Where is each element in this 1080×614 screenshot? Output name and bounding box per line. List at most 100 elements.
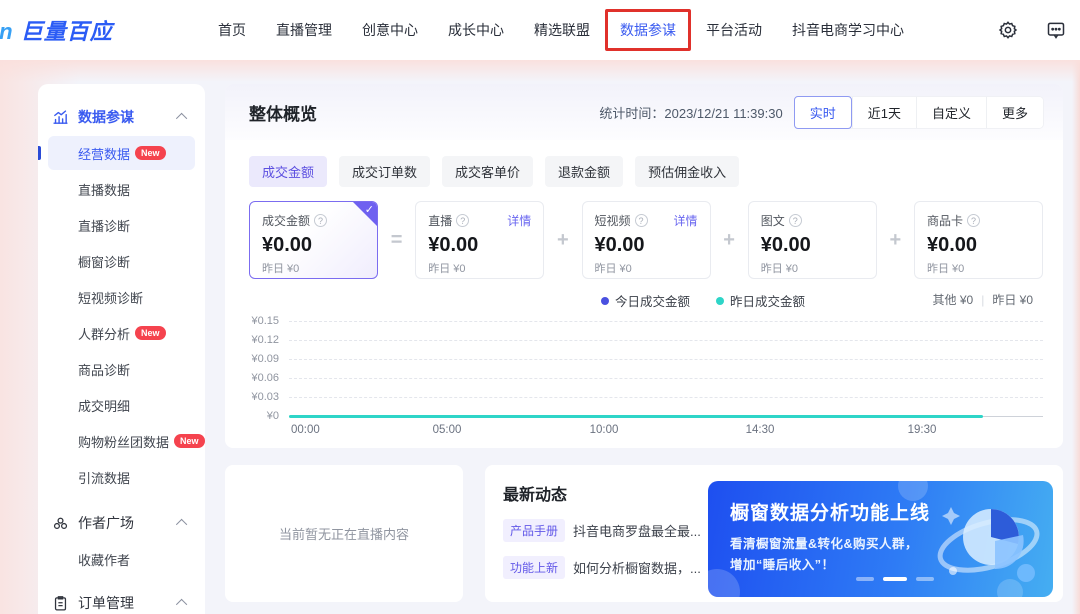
pie-chart-illustration (929, 485, 1047, 597)
sidebar-item-live-data[interactable]: 直播数据 (48, 172, 195, 206)
tab-transaction-amount[interactable]: 成交金额 (249, 156, 327, 187)
page-background: 数据参谋 经营数据 New 直播数据 直播诊断 橱窗诊断 短视频诊断 人群分析 … (0, 60, 1080, 614)
metric-value: ¥0.00 (927, 234, 1030, 257)
metric-value: ¥0.00 (428, 234, 531, 257)
yesterday-series-line (289, 415, 983, 418)
pagination-dot[interactable] (856, 577, 874, 581)
nav-item-growth-center[interactable]: 成长中心 (448, 20, 504, 40)
nav-menu: 首页 直播管理 创意中心 成长中心 精选联盟 数据参谋 平台活动 抖音电商学习中… (218, 20, 904, 40)
app-logo[interactable]: in 巨量百应 (0, 14, 113, 46)
banner-subtitle-2: 增加“睡后收入”！ (730, 554, 835, 573)
news-tag[interactable]: 功能上新 (503, 556, 565, 579)
help-icon[interactable] (456, 214, 469, 227)
nav-item-creative-center[interactable]: 创意中心 (362, 20, 418, 40)
live-content-card: 当前暂无正在直播内容 (225, 465, 463, 602)
promo-banner[interactable]: 橱窗数据分析功能上线 看清橱窗流量&转化&购买人群， 增加“睡后收入”！ (708, 481, 1053, 597)
metric-tabs: 成交金额 成交订单数 成交客单价 退款金额 预估佣金收入 (249, 156, 1063, 187)
metric-value: ¥0.00 (595, 234, 698, 257)
overview-panel: 整体概览 统计时间：2023/12/21 11:39:30 实时 近1天 自定义… (225, 84, 1063, 448)
metric-card-total[interactable]: ✓ 成交金额 ¥0.00 昨日 ¥0 (249, 201, 378, 279)
plus-operator: + (711, 229, 748, 252)
metric-yesterday: 昨日 ¥0 (428, 260, 531, 276)
time-button-last-day[interactable]: 近1天 (852, 97, 916, 128)
metric-yesterday: 昨日 ¥0 (595, 260, 698, 276)
sidebar-group-data-advisor[interactable]: 数据参谋 (48, 98, 195, 136)
sidebar-item-fanclub-data[interactable]: 购物粉丝团数据 New (48, 424, 195, 458)
metric-yesterday: 昨日 ¥0 (927, 260, 1030, 276)
chart-trend-icon (52, 108, 70, 126)
time-button-custom[interactable]: 自定义 (916, 97, 986, 128)
logo-text: 巨量百应 (21, 19, 113, 44)
news-tag[interactable]: 产品手册 (503, 519, 565, 542)
news-text: 如何分析橱窗数据，... (573, 558, 701, 577)
metric-value: ¥0.00 (262, 234, 365, 257)
help-icon[interactable] (967, 214, 980, 227)
equals-operator: = (378, 229, 415, 252)
sidebar-item-traffic-data[interactable]: 引流数据 (48, 460, 195, 494)
sidebar-item-transaction-details[interactable]: 成交明细 (48, 388, 195, 422)
live-empty-text: 当前暂无正在直播内容 (279, 524, 409, 543)
sidebar-group-order-management[interactable]: 订单管理 (48, 584, 195, 614)
sidebar-group-label: 订单管理 (78, 593, 179, 613)
chart-x-axis: 00:00 05:00 10:00 14:30 19:30 (235, 424, 1043, 440)
legend-dot-yesterday (716, 297, 724, 305)
legend-today[interactable]: 今日成交金额 (601, 291, 690, 310)
settings-gear-icon[interactable] (998, 20, 1018, 40)
plus-operator: + (877, 229, 914, 252)
metric-value: ¥0.00 (761, 234, 864, 257)
sidebar-item-showcase-diagnosis[interactable]: 橱窗诊断 (48, 244, 195, 278)
chart-extra-summary: 其他 ¥0 | 昨日 ¥0 (933, 291, 1034, 308)
nav-item-selected-alliance[interactable]: 精选联盟 (534, 20, 590, 40)
nav-item-learning-center[interactable]: 抖音电商学习中心 (792, 20, 904, 40)
legend-dot-today (601, 297, 609, 305)
help-icon[interactable] (789, 214, 802, 227)
sidebar-group-label: 数据参谋 (78, 107, 179, 127)
new-badge: New (135, 146, 166, 160)
panel-header: 整体概览 统计时间：2023/12/21 11:39:30 实时 近1天 自定义… (225, 84, 1063, 140)
banner-title: 橱窗数据分析功能上线 (730, 498, 930, 525)
metric-yesterday: 昨日 ¥0 (761, 260, 864, 276)
sidebar-group-author-plaza[interactable]: 作者广场 (48, 504, 195, 542)
metric-card-image-text[interactable]: 图文 ¥0.00 昨日 ¥0 (748, 201, 877, 279)
sidebar-item-favorite-authors[interactable]: 收藏作者 (48, 542, 195, 576)
nav-item-home[interactable]: 首页 (218, 20, 246, 40)
divider: | (981, 293, 984, 307)
metric-yesterday: 昨日 ¥0 (262, 260, 365, 276)
messages-icon[interactable] (1046, 20, 1066, 40)
tab-refund-amount[interactable]: 退款金额 (545, 156, 623, 187)
sidebar-item-video-diagnosis[interactable]: 短视频诊断 (48, 280, 195, 314)
sidebar-item-product-diagnosis[interactable]: 商品诊断 (48, 352, 195, 386)
detail-link[interactable]: 详情 (673, 212, 697, 229)
time-button-more[interactable]: 更多 (986, 97, 1043, 128)
nav-item-data-advisor[interactable]: 数据参谋 (620, 20, 676, 40)
active-indicator-bar (38, 146, 41, 160)
time-button-realtime[interactable]: 实时 (794, 96, 852, 129)
detail-link[interactable]: 详情 (507, 212, 531, 229)
panel-title: 整体概览 (249, 100, 317, 125)
tab-estimated-commission[interactable]: 预估佣金收入 (635, 156, 739, 187)
legend-yesterday[interactable]: 昨日成交金额 (716, 291, 805, 310)
stat-time: 统计时间：2023/12/21 11:39:30 (599, 103, 782, 122)
sidebar-item-live-diagnosis[interactable]: 直播诊断 (48, 208, 195, 242)
metric-card-live[interactable]: 直播详情 ¥0.00 昨日 ¥0 (415, 201, 544, 279)
sidebar-group-label: 作者广场 (78, 513, 179, 533)
tab-avg-order-value[interactable]: 成交客单价 (442, 156, 533, 187)
tab-order-count[interactable]: 成交订单数 (339, 156, 430, 187)
pagination-dot-active[interactable] (883, 577, 907, 581)
help-icon[interactable] (314, 214, 327, 227)
sidebar-item-business-data[interactable]: 经营数据 New (48, 136, 195, 170)
check-icon: ✓ (365, 203, 374, 216)
plus-operator: + (544, 229, 581, 252)
news-text: 抖音电商罗盘最全最... (573, 521, 701, 540)
nav-item-platform-activities[interactable]: 平台活动 (706, 20, 762, 40)
banner-pagination (856, 577, 934, 581)
top-nav: in 巨量百应 首页 直播管理 创意中心 成长中心 精选联盟 数据参谋 平台活动… (0, 0, 1080, 60)
logo-prefix: in (0, 19, 14, 44)
nav-item-live-management[interactable]: 直播管理 (276, 20, 332, 40)
time-range-selector: 实时 近1天 自定义 更多 (795, 97, 1043, 128)
metric-card-short-video[interactable]: 短视频详情 ¥0.00 昨日 ¥0 (582, 201, 711, 279)
new-badge: New (135, 326, 166, 340)
help-icon[interactable] (635, 214, 648, 227)
metric-card-product-card[interactable]: 商品卡 ¥0.00 昨日 ¥0 (914, 201, 1043, 279)
sidebar-item-audience-analysis[interactable]: 人群分析 New (48, 316, 195, 350)
